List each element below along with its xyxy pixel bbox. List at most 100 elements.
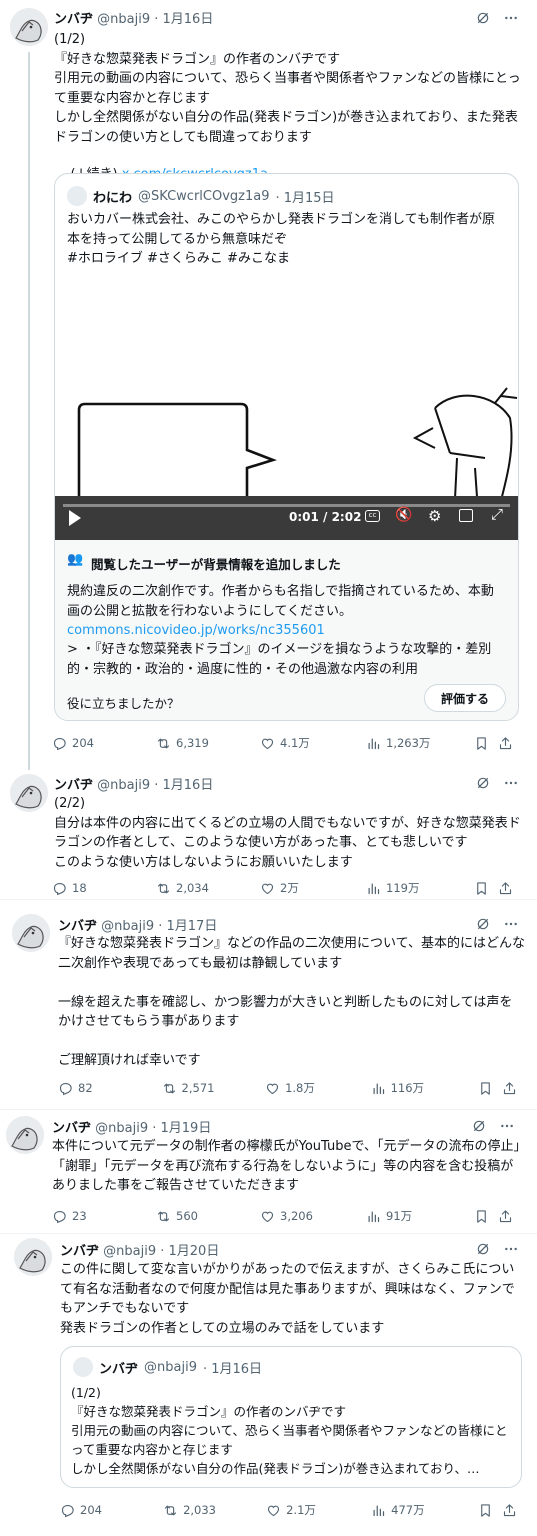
more-icon[interactable] — [503, 775, 519, 791]
like-count: 1.8万 — [285, 1081, 315, 1095]
views-button[interactable]: 116万 — [371, 1080, 479, 1096]
retweet-icon — [156, 881, 171, 896]
reply-button[interactable]: 18 — [52, 881, 156, 896]
reply-icon — [52, 736, 67, 751]
fullscreen-icon[interactable]: ⤢ — [491, 505, 503, 523]
retweet-button[interactable]: 560 — [156, 1209, 260, 1224]
bookmark-icon — [474, 881, 489, 896]
more-icon[interactable] — [503, 1241, 519, 1257]
bookmark-button[interactable] — [474, 881, 498, 896]
author-handle[interactable]: @nbaji9 — [101, 919, 154, 934]
avatar-image — [10, 8, 48, 46]
captions-icon[interactable]: cc — [365, 510, 380, 522]
views-button[interactable]: 119万 — [366, 880, 474, 896]
author-handle[interactable]: @nbaji9 — [97, 12, 150, 27]
tweet-4: ンバヂ @nbaji9 · 1月19日 本件について元データの制作者の檸檬氏がY… — [0, 1112, 537, 1234]
avatar[interactable] — [14, 1238, 52, 1276]
author-name[interactable]: ンバヂ — [58, 919, 97, 934]
pip-icon[interactable] — [459, 509, 473, 522]
grok-icon[interactable] — [475, 775, 491, 791]
like-button[interactable]: 1.8万 — [265, 1080, 371, 1096]
grok-icon[interactable] — [471, 1118, 487, 1134]
author-name[interactable]: ンバヂ — [54, 12, 93, 27]
author-name[interactable]: ンバヂ — [54, 778, 93, 793]
bookmark-button[interactable] — [474, 736, 498, 751]
views-button[interactable]: 477万 — [371, 1502, 478, 1518]
tweet-actions: 204 6,319 4.1万 1,263万 — [52, 733, 517, 753]
bookmark-icon — [474, 736, 489, 751]
share-button[interactable] — [498, 1209, 513, 1224]
tweet-date[interactable]: · 1月16日 — [154, 778, 213, 793]
retweet-button[interactable]: 2,033 — [163, 1503, 266, 1518]
reply-count: 82 — [78, 1081, 93, 1095]
retweet-button[interactable]: 6,319 — [156, 736, 260, 751]
note-link[interactable]: commons.nicovideo.jp/works/nc355601 — [67, 621, 506, 641]
like-count: 3,206 — [280, 1209, 313, 1223]
retweet-button[interactable]: 2,571 — [162, 1081, 266, 1096]
video-progress[interactable] — [63, 504, 510, 507]
tweet-date[interactable]: · 1月17日 — [158, 919, 217, 934]
tweet-2: ンバヂ @nbaji9 · 1月16日 (2/2) 自分は本件の内容に出てくるど… — [0, 770, 537, 900]
settings-icon[interactable]: ⚙ — [428, 507, 441, 525]
more-icon[interactable] — [499, 1118, 515, 1134]
avatar[interactable] — [10, 774, 48, 812]
avatar[interactable] — [6, 1116, 44, 1154]
tweet-3: ンバヂ @nbaji9 · 1月17日 『好きな惣菜発表ドラゴン』などの作品の二… — [0, 910, 537, 1110]
quoted-tweet[interactable]: わにわ @SKCwcrlCOvgz1a9 · 1月15日 おいカバー株式会社、み… — [54, 173, 519, 721]
tweet-text: 『好きな惣菜発表ドラゴン』などの作品の二次使用について、基本的にはどんな二次創作… — [58, 936, 525, 1068]
like-button[interactable]: 2.1万 — [266, 1502, 371, 1518]
retweet-icon — [156, 736, 171, 751]
reply-count: 204 — [80, 1503, 102, 1517]
bookmark-button[interactable] — [474, 1209, 498, 1224]
author-name[interactable]: ンバヂ — [52, 1121, 91, 1136]
more-icon[interactable] — [503, 10, 519, 26]
rate-button[interactable]: 評価する — [424, 684, 506, 712]
quote-author-handle: @nbaji9 — [144, 1359, 197, 1375]
grok-icon[interactable] — [475, 10, 491, 26]
like-button[interactable]: 2万 — [260, 880, 366, 896]
reply-icon — [52, 1209, 67, 1224]
author-name[interactable]: ンバヂ — [60, 1244, 99, 1259]
tweet-header: ンバヂ @nbaji9 · 1月16日 — [54, 8, 213, 28]
reply-button[interactable]: 82 — [58, 1081, 162, 1096]
retweet-icon — [162, 1081, 177, 1096]
tweet-actions: 82 2,571 1.8万 116万 — [58, 1078, 517, 1098]
reply-button[interactable]: 204 — [52, 736, 156, 751]
bookmark-button[interactable] — [478, 1503, 502, 1518]
more-icon[interactable] — [503, 916, 519, 932]
avatar[interactable] — [12, 914, 50, 952]
share-button[interactable] — [498, 736, 513, 751]
bookmark-button[interactable] — [478, 1081, 502, 1096]
tweet-date[interactable]: · 1月19日 — [152, 1121, 211, 1136]
grok-icon[interactable] — [475, 916, 491, 932]
play-icon[interactable] — [69, 510, 81, 526]
reply-button[interactable]: 23 — [52, 1209, 156, 1224]
helpful-question: 役に立ちましたか？ — [67, 696, 180, 711]
share-button[interactable] — [498, 881, 513, 896]
avatar[interactable] — [10, 8, 48, 46]
grok-icon[interactable] — [475, 1241, 491, 1257]
views-count: 91万 — [386, 1209, 413, 1223]
like-button[interactable]: 4.1万 — [260, 735, 366, 751]
mute-icon[interactable]: 🔇 — [395, 507, 412, 523]
share-button[interactable] — [502, 1503, 517, 1518]
author-handle[interactable]: @nbaji9 — [95, 1121, 148, 1136]
video-controls: 0:01 / 2:02 cc 🔇 ⚙ ⤢ — [55, 496, 518, 540]
like-button[interactable]: 3,206 — [260, 1209, 366, 1224]
video-player[interactable]: 0:01 / 2:02 cc 🔇 ⚙ ⤢ — [55, 278, 518, 540]
tweet-header-icons — [475, 916, 519, 932]
community-icon: 👥 — [67, 552, 84, 567]
tweet-date[interactable]: · 1月16日 — [154, 12, 213, 27]
tweet-date[interactable]: · 1月20日 — [160, 1244, 219, 1259]
author-handle[interactable]: @nbaji9 — [97, 778, 150, 793]
retweet-button[interactable]: 2,034 — [156, 881, 260, 896]
author-handle[interactable]: @nbaji9 — [103, 1244, 156, 1259]
share-icon — [498, 1209, 513, 1224]
note-title: 閲覧したユーザーが背景情報を追加しました — [91, 557, 341, 572]
views-button[interactable]: 1,263万 — [366, 735, 474, 751]
reply-button[interactable]: 204 — [60, 1503, 163, 1518]
views-button[interactable]: 91万 — [366, 1208, 474, 1224]
share-button[interactable] — [502, 1081, 517, 1096]
tweet-header-icons — [475, 1241, 519, 1257]
quoted-tweet[interactable]: ンバヂ @nbaji9 · 1月16日 (1/2) 『好きな惣菜発表ドラゴン』の… — [60, 1346, 522, 1488]
